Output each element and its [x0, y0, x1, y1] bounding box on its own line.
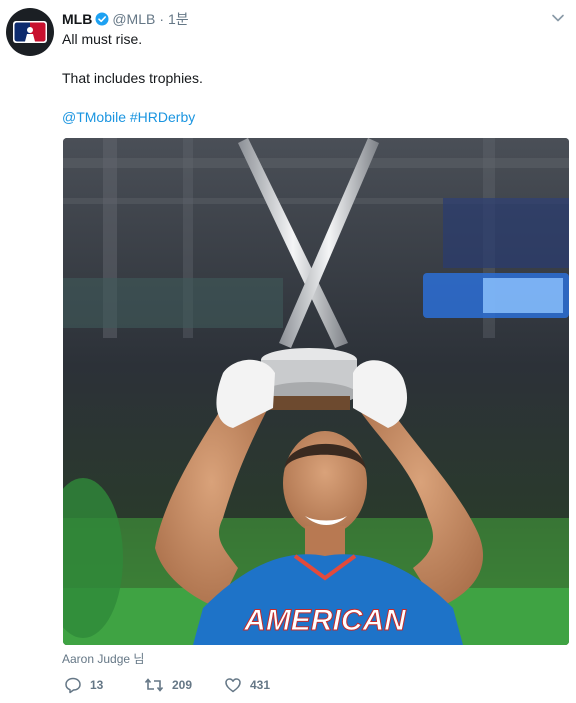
tweet-actions: 13 209 431 [64, 676, 270, 694]
mlb-logo [13, 21, 47, 43]
heart-icon [225, 678, 241, 693]
tweet-line: That includes trophies. [62, 70, 203, 86]
chevron-down-icon[interactable] [550, 10, 566, 26]
tweet-header: MLB @MLB · 1분 [62, 9, 566, 29]
tweet-text: All must rise. That includes trophies. @… [62, 30, 564, 127]
reply-icon [65, 677, 81, 694]
tweet-line: All must rise. [62, 31, 143, 47]
like-count: 431 [250, 678, 271, 692]
tagged-user[interactable]: Aaron Judge 님 [62, 650, 144, 667]
retweet-icon [144, 678, 164, 692]
tweet-photo[interactable]: AMERICAN [63, 138, 569, 645]
reply-count: 13 [90, 678, 104, 692]
retweet-button[interactable]: 209 [144, 676, 224, 694]
separator: · [159, 11, 164, 27]
retweet-count: 209 [172, 678, 193, 692]
photo-illustration: AMERICAN [63, 138, 569, 645]
verified-badge-icon [95, 12, 109, 26]
reply-button[interactable]: 13 [64, 676, 144, 694]
timestamp[interactable]: 1분 [168, 9, 189, 29]
author-name[interactable]: MLB [62, 11, 92, 27]
tweet-links[interactable]: @TMobile #HRDerby [62, 108, 564, 127]
author-handle[interactable]: @MLB [112, 11, 155, 27]
like-button[interactable]: 431 [224, 676, 270, 694]
jersey-text: AMERICAN [243, 604, 407, 637]
avatar[interactable] [6, 8, 54, 56]
